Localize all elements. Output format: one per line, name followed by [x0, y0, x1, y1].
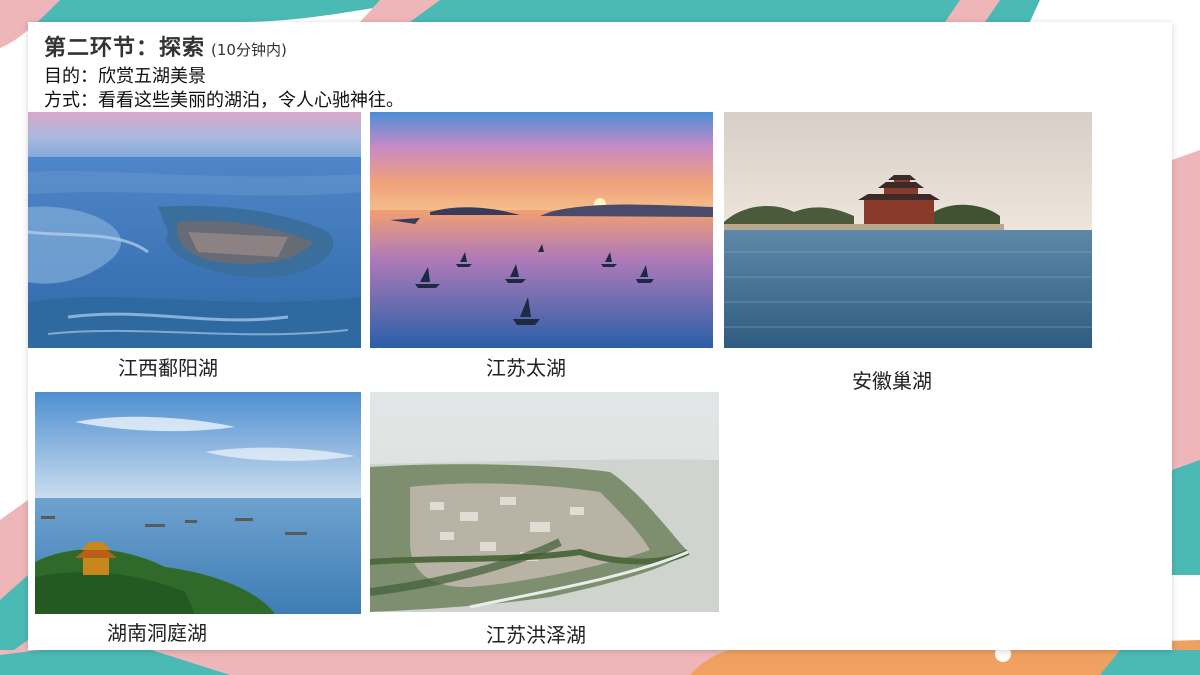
dongting-lake-photo [35, 392, 361, 614]
hongze-lake-photo [370, 392, 719, 612]
time-limit-note: (10分钟内) [211, 41, 287, 59]
section-title: 第二环节：探索 [44, 36, 206, 61]
caption-dongting-lake: 湖南洞庭湖 [107, 621, 207, 645]
chaohu-lake-photo [724, 112, 1092, 348]
caption-chaohu-lake: 安徽巢湖 [852, 369, 932, 393]
taihu-lake-photo [370, 112, 713, 348]
section-heading: 第二环节：探索 (10分钟内) [44, 30, 287, 62]
poyang-lake-photo [28, 112, 361, 348]
caption-hongze-lake: 江苏洪泽湖 [486, 623, 586, 647]
method-line: 方式：看看这些美丽的湖泊，令人心驰神往。 [44, 90, 404, 111]
caption-taihu-lake: 江苏太湖 [486, 356, 566, 380]
caption-poyang-lake: 江西鄱阳湖 [118, 356, 218, 380]
purpose-line: 目的：欣赏五湖美景 [44, 66, 206, 87]
